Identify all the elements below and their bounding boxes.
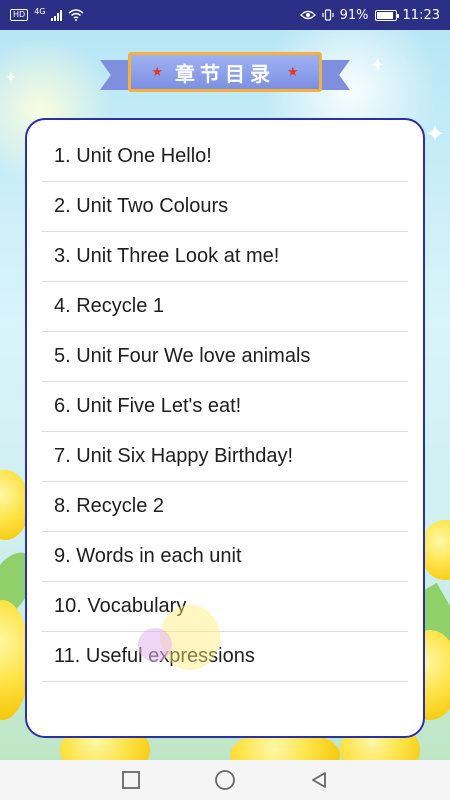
battery-icon <box>374 9 399 21</box>
title-banner: ★ 章节目录 ★ <box>100 52 350 96</box>
chapter-item-5[interactable]: 5. Unit Four We love animals <box>42 332 408 382</box>
recents-square-icon[interactable] <box>119 768 143 792</box>
home-circle-icon[interactable] <box>213 768 237 792</box>
chapter-item-1[interactable]: 1. Unit One Hello! <box>42 132 408 182</box>
chapter-item-10[interactable]: 10. Vocabulary <box>42 582 408 632</box>
chapter-item-11[interactable]: 11. Useful expressions <box>42 632 408 682</box>
signal-icon <box>51 9 63 21</box>
system-nav-bar <box>0 760 450 800</box>
network-type-label: 4G <box>34 6 46 16</box>
banner-panel: ★ 章节目录 ★ <box>128 52 322 92</box>
chapter-item-8[interactable]: 8. Recycle 2 <box>42 482 408 532</box>
chapter-item-2[interactable]: 2. Unit Two Colours <box>42 182 408 232</box>
chapter-item-9[interactable]: 9. Words in each unit <box>42 532 408 582</box>
chapter-list-card: 1. Unit One Hello! 2. Unit Two Colours 3… <box>25 118 425 738</box>
chapter-item-7[interactable]: 7. Unit Six Happy Birthday! <box>42 432 408 482</box>
chapter-item-4[interactable]: 4. Recycle 1 <box>42 282 408 332</box>
vibrate-icon <box>322 9 334 21</box>
hd-badge: HD <box>10 9 29 21</box>
status-right: 91% 11:23 <box>299 7 440 23</box>
battery-percent: 91% <box>339 7 369 23</box>
status-bar: HD 4G 91% 11:23 <box>0 0 450 30</box>
chapter-item-6[interactable]: 6. Unit Five Let's eat! <box>42 382 408 432</box>
eye-icon <box>299 10 316 20</box>
clock-time: 11:23 <box>402 7 440 23</box>
wifi-icon <box>68 9 84 21</box>
chapter-item-3[interactable]: 3. Unit Three Look at me! <box>42 232 408 282</box>
status-left: HD 4G <box>10 6 84 21</box>
back-triangle-icon[interactable] <box>307 768 331 792</box>
star-icon: ★ <box>287 64 299 80</box>
star-icon: ★ <box>151 64 163 80</box>
page-title: 章节目录 <box>175 61 275 86</box>
